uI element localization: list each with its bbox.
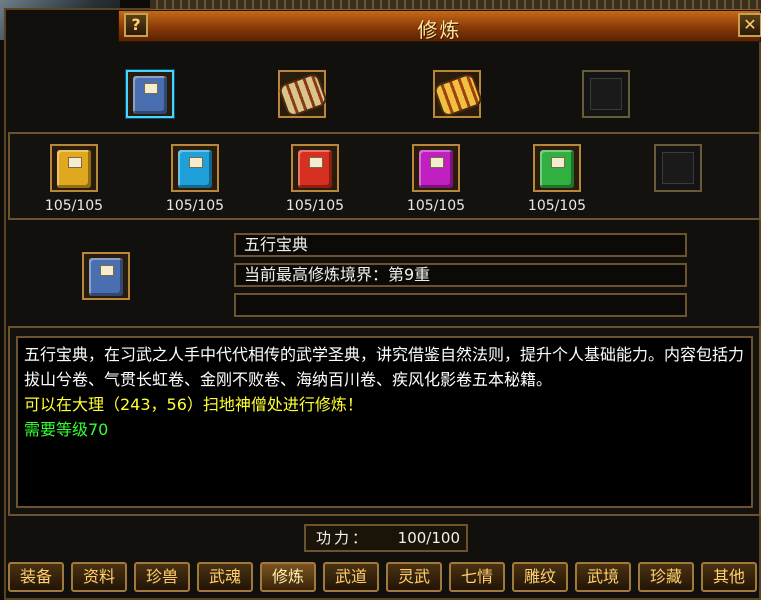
power-label: 功力： — [316, 529, 371, 547]
tab-cultivation[interactable]: 修炼 — [260, 562, 316, 592]
window-top-border — [150, 0, 761, 10]
tab-profile[interactable]: 资料 — [71, 562, 127, 592]
volume-slot-magenta[interactable] — [412, 144, 460, 192]
five-elements-book-icon — [133, 76, 167, 114]
green-book-icon — [540, 150, 574, 188]
window-title: 修炼 — [417, 18, 462, 42]
volume-count-red: 105/105 — [285, 198, 345, 214]
volume-count-blue: 105/105 — [165, 198, 225, 214]
volume-slot-yellow[interactable] — [50, 144, 98, 192]
tab-collection[interactable]: 珍藏 — [638, 562, 694, 592]
scroll-bundle-icon — [280, 74, 326, 116]
volume-slot-blue[interactable] — [171, 144, 219, 192]
volumes-panel: 105/105 105/105 105/105 105/105 105/105 — [8, 132, 761, 220]
tab-engraving[interactable]: 雕纹 — [512, 562, 568, 592]
magenta-book-icon — [419, 150, 453, 188]
blue-book-icon — [178, 150, 212, 188]
tab-martial-soul[interactable]: 武魂 — [197, 562, 253, 592]
item-slot-scroll-bundle[interactable] — [278, 70, 326, 118]
realm-field: 当前最高修炼境界：第9重 — [234, 263, 687, 287]
yellow-book-icon — [57, 150, 91, 188]
item-slot-golden-scroll[interactable] — [433, 70, 481, 118]
description-text: 五行宝典，在习武之人手中代代相传的武学圣典，讲究借鉴自然法则，提升个人基础能力。… — [24, 345, 745, 389]
volume-count-magenta: 105/105 — [406, 198, 466, 214]
tab-spirit-weapon[interactable]: 灵武 — [386, 562, 442, 592]
tab-seven-emotions[interactable]: 七情 — [449, 562, 505, 592]
tab-equipment[interactable]: 装备 — [8, 562, 64, 592]
description-box: 五行宝典，在习武之人手中代代相传的武学圣典，讲究借鉴自然法则，提升个人基础能力。… — [16, 336, 753, 508]
volume-count-yellow: 105/105 — [44, 198, 104, 214]
volume-count-green: 105/105 — [527, 198, 587, 214]
tab-other[interactable]: 其他 — [701, 562, 757, 592]
item-slot-empty[interactable] — [582, 70, 630, 118]
extra-info-field — [234, 293, 687, 317]
golden-scroll-icon — [435, 74, 481, 116]
five-elements-book-icon — [89, 258, 123, 296]
power-display: 功力： 100/100 — [304, 524, 468, 552]
requirement-text: 需要等级70 — [24, 420, 109, 439]
selected-item-slot[interactable] — [82, 252, 130, 300]
location-text: 可以在大理（243，56）扫地神僧处进行修炼！ — [24, 395, 363, 414]
title-bar[interactable]: 修炼 — [118, 10, 761, 42]
help-button[interactable]: ? — [124, 13, 148, 37]
red-book-icon — [298, 150, 332, 188]
tab-pets[interactable]: 珍兽 — [134, 562, 190, 592]
power-value: 100/100 — [397, 529, 460, 547]
volume-slot-green[interactable] — [533, 144, 581, 192]
volume-slot-empty[interactable] — [654, 144, 702, 192]
item-name-field: 五行宝典 — [234, 233, 687, 257]
tab-martial-realm[interactable]: 武境 — [575, 562, 631, 592]
tab-martial-way[interactable]: 武道 — [323, 562, 379, 592]
close-button[interactable]: ✕ — [738, 13, 761, 37]
item-slot-five-elements[interactable] — [126, 70, 174, 118]
volume-slot-red[interactable] — [291, 144, 339, 192]
tab-bar: 装备 资料 珍兽 武魂 修炼 武道 灵武 七情 雕纹 武境 珍藏 其他 — [4, 562, 761, 600]
